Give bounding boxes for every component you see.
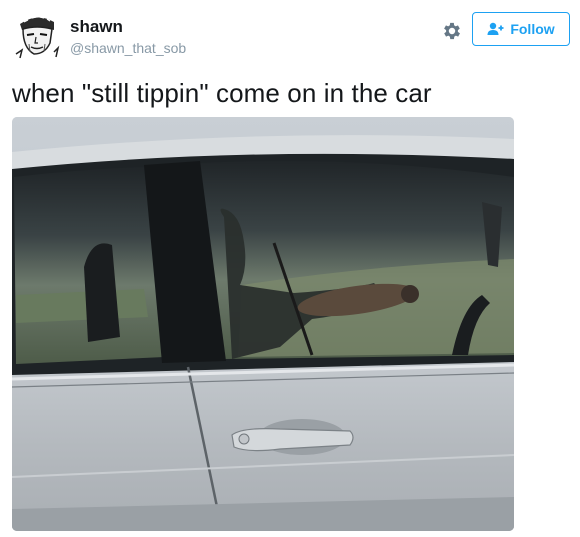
tweet-text: when "still tippin" come on in the car [12,78,432,108]
user-handle[interactable]: @shawn_that_sob [70,40,186,56]
follow-button[interactable]: Follow [472,12,570,46]
tweet-card: shawn @shawn_that_sob Follow when "still… [0,0,580,537]
car-photo [12,117,514,531]
follow-label: Follow [510,21,555,37]
add-user-icon [487,22,505,36]
user-name[interactable]: shawn [70,17,123,37]
gear-icon[interactable] [441,20,463,42]
tweet-photo[interactable] [12,117,514,531]
avatar[interactable] [12,10,62,60]
avatar-drawing [12,10,62,60]
